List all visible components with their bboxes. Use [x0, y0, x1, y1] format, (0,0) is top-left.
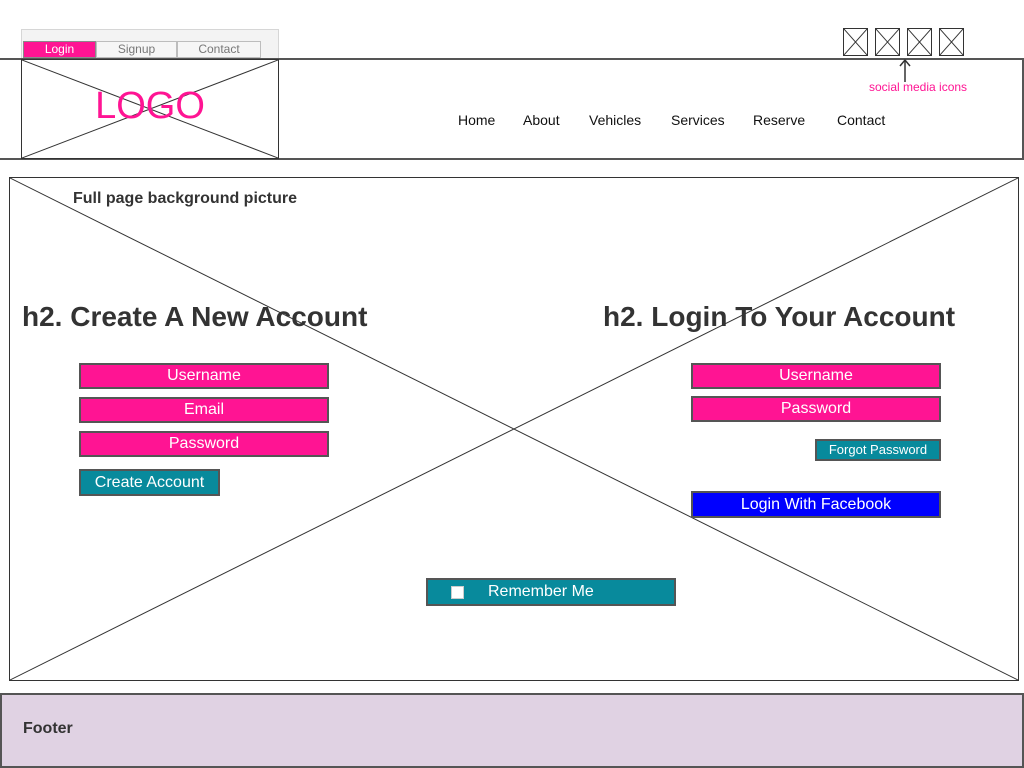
nav-reserve[interactable]: Reserve — [753, 112, 805, 128]
footer-label: Footer — [23, 720, 73, 737]
signup-username-field[interactable]: Username — [79, 363, 329, 389]
background-label: Full page background picture — [73, 190, 298, 207]
social-icon-2[interactable] — [875, 28, 900, 56]
forgot-password-button[interactable]: Forgot Password — [815, 439, 941, 461]
placeholder-icon — [908, 29, 931, 55]
tab-signup[interactable]: Signup — [96, 41, 177, 58]
top-tab-bar: Login Signup Contact — [21, 29, 279, 59]
create-account-button[interactable]: Create Account — [79, 469, 220, 496]
nav-services[interactable]: Services — [671, 112, 725, 128]
social-media-annotation: social media icons — [869, 80, 968, 94]
social-icon-1[interactable] — [843, 28, 868, 56]
login-password-field[interactable]: Password — [691, 396, 941, 422]
nav-vehicles[interactable]: Vehicles — [589, 112, 641, 128]
logo[interactable]: LOGO — [21, 59, 279, 159]
signup-email-field[interactable]: Email — [79, 397, 329, 423]
tab-contact[interactable]: Contact — [177, 41, 261, 58]
social-icon-3[interactable] — [907, 28, 932, 56]
logo-text: LOGO — [95, 85, 205, 127]
remember-me-toggle[interactable]: Remember Me — [426, 578, 676, 606]
tab-login[interactable]: Login — [23, 41, 96, 58]
footer: Footer — [0, 693, 1024, 768]
social-icon-4[interactable] — [939, 28, 964, 56]
create-account-heading: h2. Create A New Account — [22, 301, 368, 332]
remember-me-label: Remember Me — [488, 583, 594, 600]
nav-about[interactable]: About — [523, 112, 560, 128]
signup-password-field[interactable]: Password — [79, 431, 329, 457]
login-heading: h2. Login To Your Account — [603, 301, 956, 332]
login-with-facebook-button[interactable]: Login With Facebook — [691, 491, 941, 518]
nav-home[interactable]: Home — [458, 112, 495, 128]
login-username-field[interactable]: Username — [691, 363, 941, 389]
placeholder-icon — [844, 29, 867, 55]
remember-me-checkbox[interactable] — [451, 586, 464, 599]
nav-contact[interactable]: Contact — [837, 112, 885, 128]
placeholder-icon — [876, 29, 899, 55]
placeholder-icon — [940, 29, 963, 55]
